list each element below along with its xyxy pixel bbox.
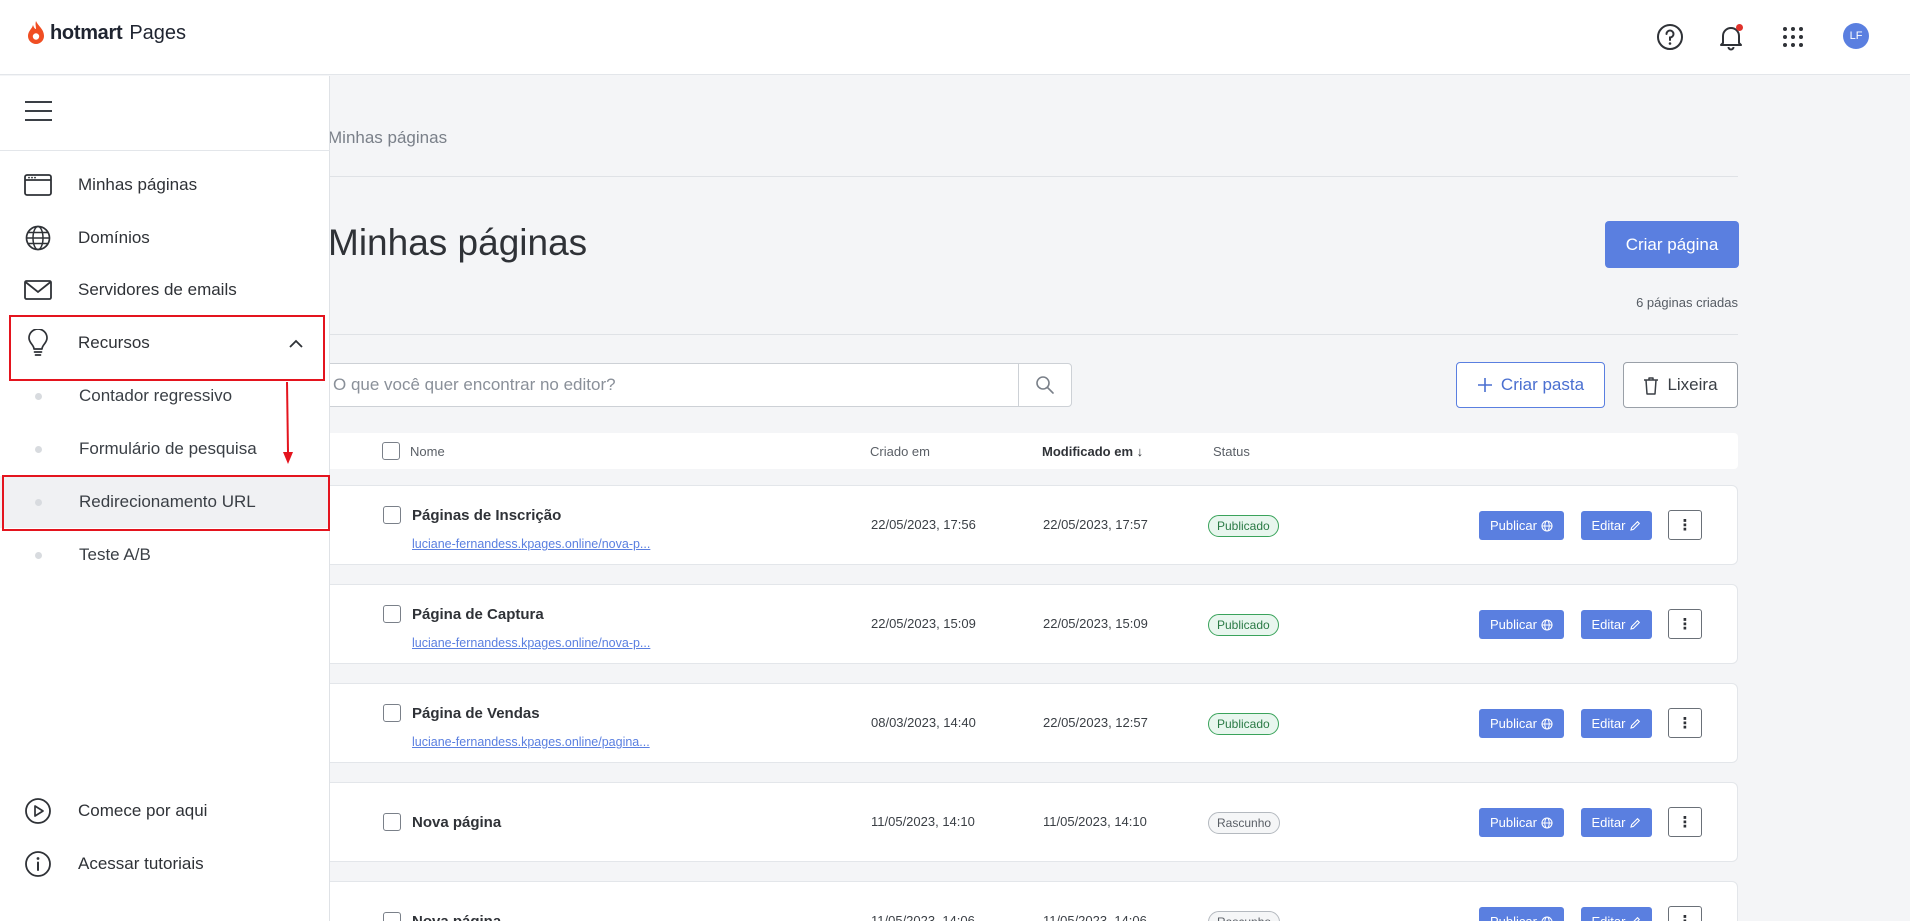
- created-date: 22/05/2023, 15:09: [871, 616, 976, 631]
- edit-button[interactable]: Editar: [1581, 610, 1652, 639]
- page-url-link[interactable]: luciane-fernandess.kpages.online/nova-p.…: [412, 537, 650, 551]
- plus-icon: [1477, 378, 1492, 392]
- edit-label: Editar: [1591, 617, 1626, 632]
- pencil-icon: [1630, 619, 1641, 630]
- globe-icon: [1541, 618, 1553, 631]
- created-date: 08/03/2023, 14:40: [871, 715, 976, 730]
- globe-icon: [1541, 816, 1553, 829]
- publish-label: Publicar: [1490, 716, 1537, 731]
- more-options-button[interactable]: ⋮: [1668, 609, 1702, 639]
- divider: [328, 176, 1738, 177]
- publish-button[interactable]: Publicar: [1479, 709, 1564, 738]
- more-options-button[interactable]: ⋮: [1668, 510, 1702, 540]
- page-name[interactable]: Página de Vendas: [412, 705, 540, 722]
- page-name[interactable]: Páginas de Inscrição: [412, 507, 561, 524]
- publish-label: Publicar: [1490, 914, 1537, 921]
- help-icon[interactable]: [1655, 22, 1685, 52]
- globe-icon: [1541, 915, 1553, 921]
- trash-button[interactable]: Lixeira: [1623, 362, 1738, 408]
- modified-date: 22/05/2023, 15:09: [1043, 616, 1148, 631]
- avatar[interactable]: LF: [1843, 23, 1869, 49]
- create-folder-label: Criar pasta: [1500, 375, 1585, 394]
- column-name[interactable]: Nome: [410, 444, 445, 459]
- page-url-link[interactable]: luciane-fernandess.kpages.online/pagina.…: [412, 735, 650, 749]
- status-badge: Publicado: [1208, 515, 1279, 537]
- table-row[interactable]: Nova página 11/05/2023, 14:10 11/05/2023, …: [300, 782, 1738, 862]
- edit-button[interactable]: Editar: [1581, 907, 1652, 921]
- page-name[interactable]: Página de Captura: [412, 606, 544, 623]
- pencil-icon: [1630, 520, 1641, 531]
- more-options-button[interactable]: ⋮: [1668, 807, 1702, 837]
- publish-label: Publicar: [1490, 815, 1537, 830]
- search-placeholder: O que você quer encontrar no editor?: [333, 375, 616, 394]
- pages-count: 6 páginas criadas: [1636, 295, 1738, 310]
- row-checkbox[interactable]: [383, 912, 401, 921]
- status-badge: Publicado: [1208, 713, 1279, 735]
- more-options-button[interactable]: ⋮: [1668, 906, 1702, 921]
- table-header: Nome Criado em Modificado em ↓ Status: [300, 433, 1738, 469]
- publish-button[interactable]: Publicar: [1479, 610, 1564, 639]
- modified-date: 22/05/2023, 17:57: [1043, 517, 1148, 532]
- pencil-icon: [1630, 718, 1641, 729]
- page-title: Minhas páginas: [328, 222, 588, 263]
- table-row[interactable]: Página de Vendas luciane-fernandess.kpage…: [300, 683, 1738, 763]
- modified-date: 22/05/2023, 12:57: [1043, 715, 1148, 730]
- table-row[interactable]: Nova página 11/05/2023, 14:06 11/05/2023, …: [300, 881, 1738, 921]
- edit-label: Editar: [1591, 815, 1626, 830]
- modified-date: 11/05/2023, 14:10: [1043, 814, 1147, 829]
- create-page-button[interactable]: Criar página: [1605, 221, 1739, 268]
- divider: [328, 334, 1738, 335]
- globe-icon: [1541, 519, 1553, 532]
- publish-button[interactable]: Publicar: [1479, 511, 1564, 540]
- edit-label: Editar: [1591, 518, 1626, 533]
- trash-label: Lixeira: [1667, 375, 1718, 394]
- edit-button[interactable]: Editar: [1581, 511, 1652, 540]
- annotation-arrow: [283, 381, 293, 464]
- status-badge: Publicado: [1208, 614, 1279, 636]
- pencil-icon: [1630, 817, 1641, 828]
- pencil-icon: [1633, 916, 1641, 921]
- created-date: 11/05/2023, 14:10: [871, 814, 975, 829]
- column-created[interactable]: Criado em: [870, 444, 930, 459]
- created-date: 22/05/2023, 17:56: [871, 517, 976, 532]
- trash-icon: [1644, 376, 1659, 395]
- table-row[interactable]: Páginas de Inscrição luciane-fernandess.k…: [300, 485, 1738, 565]
- status-badge: Rascunho: [1208, 911, 1281, 921]
- row-checkbox[interactable]: [383, 704, 401, 722]
- created-date: 11/05/2023, 14:06: [871, 913, 975, 921]
- modified-date: 11/05/2023, 14:06: [1043, 913, 1147, 921]
- edit-button[interactable]: Editar: [1581, 709, 1652, 738]
- apps-grid-icon[interactable]: [1778, 22, 1808, 52]
- search-input[interactable]: O que você quer encontrar no editor?: [300, 363, 1020, 407]
- publish-button[interactable]: Publicar: [1479, 907, 1564, 921]
- publish-button[interactable]: Publicar: [1479, 808, 1564, 837]
- row-checkbox[interactable]: [383, 506, 401, 524]
- notification-dot: [1736, 24, 1743, 31]
- breadcrumb[interactable]: Minhas páginas: [328, 128, 447, 148]
- column-modified[interactable]: Modificado em ↓: [1042, 444, 1143, 459]
- table-row[interactable]: Página de Captura luciane-fernandess.kpag…: [300, 584, 1738, 664]
- select-all-checkbox[interactable]: [382, 442, 400, 460]
- edit-label: Editar: [1591, 716, 1626, 731]
- status-badge: Rascunho: [1208, 812, 1281, 834]
- page-name[interactable]: Nova página: [412, 814, 501, 831]
- edit-label: Editar: [1592, 914, 1626, 921]
- publish-label: Publicar: [1490, 518, 1537, 533]
- edit-button[interactable]: Editar: [1581, 808, 1652, 837]
- column-status: Status: [1213, 444, 1250, 459]
- bell-icon[interactable]: [1716, 22, 1746, 52]
- page-url-link[interactable]: luciane-fernandess.kpages.online/nova-p.…: [412, 636, 650, 650]
- create-folder-button[interactable]: Criar pasta: [1456, 362, 1605, 408]
- more-options-button[interactable]: ⋮: [1668, 708, 1702, 738]
- globe-icon: [1541, 717, 1553, 730]
- row-checkbox[interactable]: [383, 813, 401, 831]
- search-icon: [1036, 376, 1054, 394]
- search-button[interactable]: [1018, 363, 1072, 407]
- row-checkbox[interactable]: [383, 605, 401, 623]
- publish-label: Publicar: [1490, 617, 1537, 632]
- page-name[interactable]: Nova página: [412, 913, 501, 921]
